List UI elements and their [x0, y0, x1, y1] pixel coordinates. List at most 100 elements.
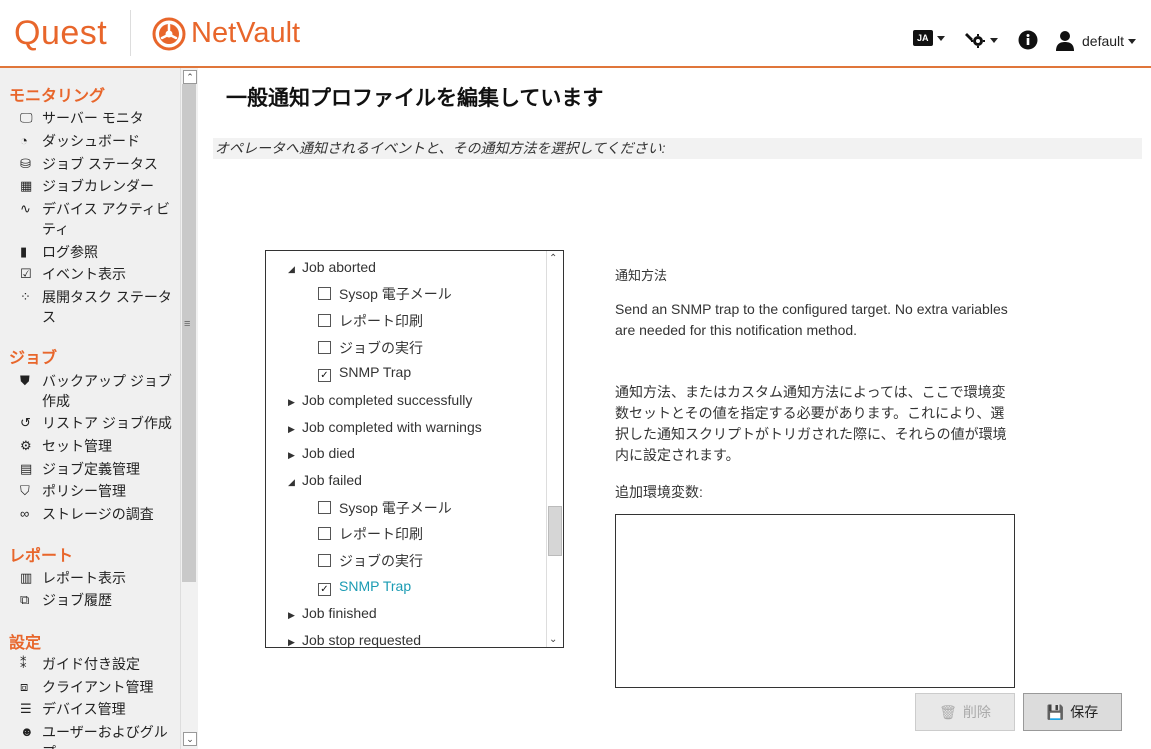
job-definition-icon: ▤ — [20, 461, 33, 476]
collapsed-icon: ▶ — [288, 424, 295, 434]
notification-method-description: Send an SNMP trap to the configured targ… — [615, 301, 1008, 338]
netvault-logo-text: NetVault — [191, 17, 301, 49]
sidebar-scrollbar[interactable]: ⌃ ≡ ⌄ — [180, 68, 198, 749]
expanded-icon: ◢ — [288, 264, 295, 274]
sidebar-item-dashboard[interactable]: ◔ ダッシュボード — [20, 131, 178, 151]
collapsed-icon: ▶ — [288, 610, 295, 620]
env-variables-textarea[interactable] — [615, 514, 1015, 688]
event-tree[interactable]: ◢ Job aborted Sysop 電子メール レポート印刷 ジョブの実行 ✓… — [265, 250, 564, 648]
tree-leaf-report-print[interactable]: レポート印刷 — [318, 311, 423, 331]
sidebar: モニタリング 🖵 サーバー モニタ ◔ ダッシュボード ⛁ ジョブ ステータス ▦ ジョ… — [0, 68, 180, 749]
sidebar-item-server-monitor[interactable]: 🖵 サーバー モニタ — [20, 108, 178, 128]
checkbox-unchecked[interactable] — [318, 287, 331, 300]
grip-icon: ≡ — [184, 318, 191, 330]
sidebar-item-log-view[interactable]: ▮ ログ参照 — [20, 242, 178, 262]
sidebar-item-device-management[interactable]: ☰ デバイス管理 — [20, 699, 178, 719]
checkbox-unchecked[interactable] — [318, 341, 331, 354]
chevron-down-icon — [1128, 38, 1137, 44]
collapsed-icon: ▶ — [288, 397, 295, 407]
save-button[interactable]: 💾 保存 — [1023, 693, 1122, 731]
sidebar-item-client-management[interactable]: ⧈ クライアント管理 — [20, 677, 178, 697]
env-help-text: 通知方法、またはカスタム通知方法によっては、ここで環境変数セットとその値を指定す… — [615, 384, 1007, 463]
sidebar-item-job-status[interactable]: ⛁ ジョブ ステータス — [20, 154, 178, 174]
quest-logo[interactable]: Quest — [14, 14, 107, 53]
tree-node-job-completed-successfully[interactable]: ▶ Job completed successfully — [288, 392, 472, 408]
tree-node-job-stop-requested[interactable]: ▶ Job stop requested — [288, 632, 421, 647]
monitor-icon: 🖵 — [20, 110, 33, 125]
tree-leaf-run-job[interactable]: ジョブの実行 — [318, 551, 423, 571]
tree-leaf-run-job[interactable]: ジョブの実行 — [318, 338, 423, 358]
save-icon: 💾 — [1046, 703, 1065, 720]
checkbox-checked[interactable]: ✓ — [318, 583, 331, 596]
env-variables-label: 追加環境変数: — [615, 484, 703, 500]
tree-scroll-thumb[interactable] — [548, 506, 562, 556]
tree-node-job-aborted[interactable]: ◢ Job aborted — [288, 259, 376, 275]
sets-icon: ⚙ — [20, 438, 32, 453]
checkbox-unchecked[interactable] — [318, 314, 331, 327]
sidebar-item-device-activity-cont[interactable]: ティ — [20, 219, 178, 239]
sidebar-item-report-view[interactable]: ▥ レポート表示 — [20, 568, 178, 588]
sidebar-item-deploy-status-cont[interactable]: ス — [20, 307, 178, 327]
deploy-icon: ⁘ — [20, 289, 31, 304]
sidebar-item-job-history[interactable]: ⧉ ジョブ履歴 — [20, 590, 178, 610]
scroll-up-icon[interactable]: ⌃ — [183, 70, 197, 84]
checkbox-checked[interactable]: ✓ — [318, 369, 331, 382]
sidebar-item-device-activity[interactable]: ∿ デバイス アクティビ — [20, 199, 178, 219]
page-subtitle: オペレータへ通知されるイベントと、その通知方法を選択してください: — [213, 138, 1142, 159]
sidebar-item-job-definitions[interactable]: ▤ ジョブ定義管理 — [20, 459, 178, 479]
tree-leaf-sysop-email[interactable]: Sysop 電子メール — [318, 498, 452, 518]
event-icon: ☑ — [20, 266, 32, 281]
sidebar-item-event-view[interactable]: ☑ イベント表示 — [20, 264, 178, 284]
scroll-down-icon[interactable]: ⌄ — [549, 634, 557, 645]
activity-icon: ∿ — [20, 201, 31, 216]
tree-leaf-snmp-trap[interactable]: ✓ SNMP Trap — [318, 364, 411, 382]
checkbox-unchecked[interactable] — [318, 501, 331, 514]
sidebar-item-job-calendar[interactable]: ▦ ジョブカレンダー — [20, 176, 178, 196]
sidebar-section-jobs: ジョブ — [9, 350, 58, 367]
expanded-icon: ◢ — [288, 477, 295, 487]
dashboard-icon: ◔ — [20, 133, 28, 148]
tree-leaf-snmp-trap-selected[interactable]: ✓ SNMP Trap — [318, 578, 411, 596]
user-name: default — [1082, 33, 1125, 49]
tree-node-job-died[interactable]: ▶ Job died — [288, 445, 355, 461]
tree-leaf-report-print[interactable]: レポート印刷 — [318, 524, 423, 544]
checkbox-unchecked[interactable] — [318, 527, 331, 540]
sidebar-item-deploy-status[interactable]: ⁘ 展開タスク ステータ — [20, 287, 178, 307]
calendar-icon: ▦ — [20, 178, 33, 193]
sidebar-scroll-thumb[interactable] — [182, 84, 196, 582]
tools-icon — [965, 33, 985, 48]
language-menu[interactable]: JA — [913, 30, 945, 46]
app-header: Quest NetVault JA default — [0, 0, 1151, 68]
sidebar-item-backup-job-cont[interactable]: 作成 — [20, 391, 178, 411]
language-icon: JA — [913, 30, 933, 46]
tree-node-job-finished[interactable]: ▶ Job finished — [288, 605, 377, 621]
tree-node-job-completed-with-warnings[interactable]: ▶ Job completed with warnings — [288, 419, 482, 435]
footsteps-icon: ⁑ — [20, 656, 27, 671]
user-menu[interactable]: default — [1055, 30, 1137, 52]
history-icon: ⧉ — [20, 592, 30, 607]
sidebar-item-users-groups-cont[interactable]: プ — [20, 742, 178, 749]
restore-icon: ↺ — [20, 415, 31, 430]
backup-icon: ⛊ — [20, 373, 30, 388]
checkbox-unchecked[interactable] — [318, 554, 331, 567]
tree-node-job-failed[interactable]: ◢ Job failed — [288, 472, 362, 488]
scroll-down-icon[interactable]: ⌄ — [183, 732, 197, 746]
sidebar-item-set-management[interactable]: ⚙ セット管理 — [20, 436, 178, 456]
tree-leaf-sysop-email[interactable]: Sysop 電子メール — [318, 284, 452, 304]
sidebar-item-guided-setup[interactable]: ⁑ ガイド付き設定 — [20, 654, 178, 674]
sidebar-section-reports: レポート — [9, 548, 74, 565]
sidebar-item-backup-job[interactable]: ⛊ バックアップ ジョブ — [20, 371, 178, 391]
tools-menu[interactable] — [964, 30, 998, 50]
delete-button[interactable]: 🗑 削除 — [915, 693, 1015, 731]
sidebar-item-storage-explore[interactable]: ∞ ストレージの調査 — [20, 504, 178, 524]
info-button[interactable] — [1018, 30, 1038, 50]
sidebar-item-policy[interactable]: ⛉ ポリシー管理 — [20, 481, 178, 501]
sidebar-item-restore-job[interactable]: ↺ リストア ジョブ作成 — [20, 413, 178, 433]
tree-scrollbar[interactable]: ⌃ ⌄ — [546, 251, 563, 647]
sidebar-section-monitoring: モニタリング — [9, 88, 106, 105]
notification-method-title: 通知方法 — [615, 268, 668, 283]
scroll-up-icon[interactable]: ⌃ — [549, 253, 557, 264]
device-icon: ☰ — [20, 701, 32, 716]
policy-icon: ⛉ — [20, 483, 30, 498]
logo-divider — [130, 10, 131, 56]
